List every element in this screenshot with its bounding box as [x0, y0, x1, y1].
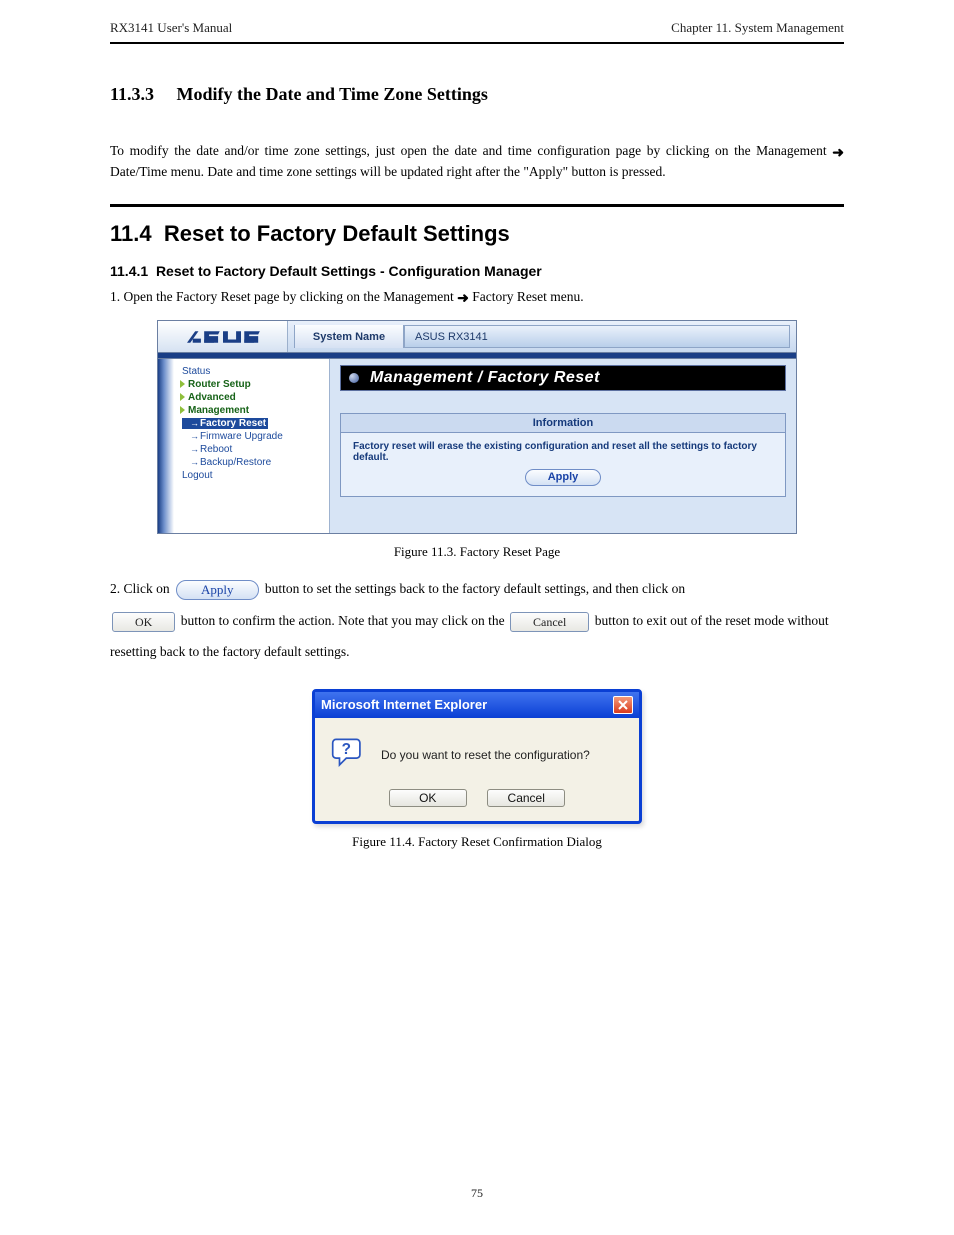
- dialog-buttons: OK Cancel: [315, 783, 639, 821]
- sec-title: Reset to Factory Default Settings: [164, 221, 510, 246]
- dialog-title-text: Microsoft Internet Explorer: [321, 697, 487, 712]
- nav-firmware-upgrade[interactable]: Firmware Upgrade: [180, 430, 325, 443]
- subsec-title: Reset to Factory Default Settings - Conf…: [156, 263, 542, 279]
- section-num: 11.3.3: [110, 84, 154, 104]
- nav-advanced[interactable]: Advanced: [180, 391, 325, 404]
- system-name-value: ASUS RX3141: [404, 325, 790, 348]
- close-button[interactable]: [613, 696, 633, 714]
- router-body: Status Router Setup Advanced Management …: [158, 359, 796, 533]
- step1-a: 1. Open the Factory Reset page by clicki…: [110, 289, 457, 304]
- page-number: 75: [0, 1186, 954, 1201]
- step2-frag-b: button to set the settings back to the f…: [265, 581, 685, 596]
- info-box: Information Factory reset will erase the…: [340, 413, 786, 497]
- body-frag-a: To modify the date and/or time zone sett…: [110, 143, 832, 158]
- arrow-icon: ➜: [832, 144, 844, 160]
- section-divider: [110, 204, 844, 207]
- apply-button-inline[interactable]: Apply: [176, 580, 259, 600]
- figure-11-3-caption: Figure 11.3. Factory Reset Page: [110, 544, 844, 560]
- ok-button-inline[interactable]: OK: [112, 612, 175, 632]
- dialog-cancel-button[interactable]: Cancel: [487, 789, 565, 807]
- asus-logo-icon: [180, 328, 266, 346]
- router-nav: Status Router Setup Advanced Management …: [158, 359, 330, 533]
- section-11-4-1-heading: 11.4.1 Reset to Factory Default Settings…: [110, 263, 844, 279]
- dialog-body: ? Do you want to reset the configuration…: [315, 718, 639, 783]
- step2-frag-e: resetting back to the factory default se…: [110, 644, 350, 659]
- title-bullet-icon: [349, 373, 359, 383]
- section-11-3-3-body: To modify the date and/or time zone sett…: [110, 141, 844, 182]
- nav-logout[interactable]: Logout: [180, 469, 325, 482]
- section-title: Modify the Date and Time Zone Settings: [177, 84, 488, 104]
- section-11-3-3-heading: 11.3.3 Modify the Date and Time Zone Set…: [110, 84, 844, 105]
- arrow-icon: ➜: [457, 289, 469, 305]
- sec-num: 11.4: [110, 221, 152, 246]
- apply-button[interactable]: Apply: [525, 469, 602, 486]
- nav-status[interactable]: Status: [180, 365, 325, 378]
- body-frag-b: Date/Time menu. Date and time zone setti…: [110, 164, 666, 179]
- asus-logo: [158, 321, 288, 352]
- router-main: Management / Factory Reset Information F…: [330, 359, 796, 533]
- step2-frag-d: button to exit out of the reset mode wit…: [595, 613, 829, 628]
- dialog-titlebar: Microsoft Internet Explorer: [315, 692, 639, 718]
- question-icon: ?: [331, 736, 365, 775]
- panel-title-text: Management / Factory Reset: [370, 369, 600, 386]
- figure-11-4-caption: Figure 11.4. Factory Reset Confirmation …: [110, 834, 844, 850]
- info-text: Factory reset will erase the existing co…: [353, 441, 757, 463]
- cancel-button-inline[interactable]: Cancel: [510, 612, 589, 632]
- step-2: 2. Click on Apply button to set the sett…: [110, 576, 844, 665]
- svg-text:?: ?: [342, 741, 351, 758]
- system-name-label: System Name: [294, 325, 404, 348]
- panel-title: Management / Factory Reset: [340, 365, 786, 391]
- router-admin-screenshot: System Name ASUS RX3141 Status Router Se…: [157, 320, 797, 534]
- section-11-4-heading: 11.4 Reset to Factory Default Settings: [110, 221, 844, 247]
- dialog-message: Do you want to reset the configuration?: [381, 748, 590, 762]
- step1-b: Factory Reset menu.: [472, 289, 583, 304]
- router-topbar: System Name ASUS RX3141: [158, 321, 796, 353]
- nav-router-setup[interactable]: Router Setup: [180, 378, 325, 391]
- ie-confirm-dialog: Microsoft Internet Explorer ? Do you wan…: [312, 689, 642, 824]
- close-icon: [618, 700, 628, 710]
- nav-factory-reset[interactable]: Factory Reset: [182, 418, 268, 429]
- header-left: RX3141 User's Manual: [110, 20, 232, 36]
- step-1: 1. Open the Factory Reset page by clicki…: [110, 289, 844, 306]
- nav-management[interactable]: Management: [180, 404, 325, 417]
- header-right: Chapter 11. System Management: [671, 20, 844, 36]
- nav-reboot[interactable]: Reboot: [180, 443, 325, 456]
- info-heading: Information: [341, 414, 785, 433]
- step2-frag-a: 2. Click on: [110, 581, 173, 596]
- subsec-num: 11.4.1: [110, 263, 148, 279]
- nav-backup-restore[interactable]: Backup/Restore: [180, 456, 325, 469]
- info-body: Factory reset will erase the existing co…: [341, 433, 785, 496]
- page-header: RX3141 User's Manual Chapter 11. System …: [110, 0, 844, 44]
- step2-frag-c: button to confirm the action. Note that …: [181, 613, 508, 628]
- dialog-ok-button[interactable]: OK: [389, 789, 467, 807]
